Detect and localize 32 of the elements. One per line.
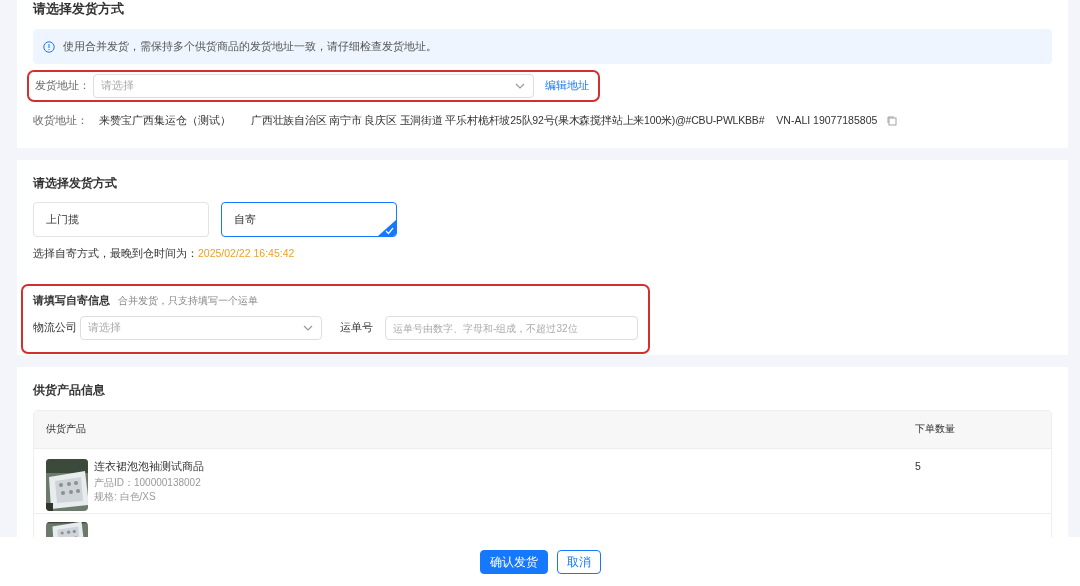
receiver-name: 来赞宝广西集运仓（测试）: [99, 113, 231, 128]
receiver-contact: VN-ALI 19077185805: [776, 113, 878, 128]
ship-from-select[interactable]: 请选择: [93, 74, 534, 98]
check-corner-icon: [378, 220, 396, 236]
tracking-number-field[interactable]: 运单号由数字、字母和-组成，不超过32位: [385, 316, 638, 341]
info-icon: [43, 40, 55, 53]
confirm-button[interactable]: 确认发货: [479, 549, 548, 574]
notice-text: 使用合并发货，需保持多个供货商品的发货地址一致，请仔细检查发货地址。: [63, 38, 437, 54]
column-header: 供货产品: [46, 422, 87, 437]
field-label: 运单号: [340, 320, 374, 336]
section-title: 请选择发货方式: [33, 1, 125, 17]
column-header: 下单数量: [915, 422, 956, 437]
product-name: 连衣裙泡泡袖测试商品: [94, 459, 204, 474]
field-label: 发货地址：: [35, 78, 90, 94]
shipping-option[interactable]: 上门揽: [33, 202, 209, 237]
copy-icon[interactable]: [887, 115, 898, 126]
receiver-address: 广西壮族自治区 南宁市 良庆区 玉洞街道 平乐村桅杆坡25队92号(果木森搅拌站上来100米)@#CBU-PWLKBB#: [251, 113, 765, 128]
self-ship-hint: 合并发货，只支持填写一个运单: [118, 293, 258, 308]
self-ship-title: 请填写自寄信息: [33, 292, 110, 308]
carrier-select[interactable]: 请选择: [80, 316, 323, 341]
field-label: 收货地址：: [33, 113, 88, 128]
section-title: 请选择发货方式: [33, 176, 118, 190]
field-label: 物流公司: [33, 320, 77, 336]
product-id: 产品ID：100000138002: [94, 475, 202, 489]
shipping-option[interactable]: 自寄: [221, 202, 397, 237]
cancel-button[interactable]: 取消: [556, 549, 601, 574]
quantity: 5: [915, 459, 922, 474]
section-title: 供货产品信息: [33, 383, 106, 397]
deadline-label: 选择自寄方式，最晚到仓时间为：: [33, 246, 198, 261]
product-spec: 规格: 白色/XS: [94, 489, 157, 503]
deadline-time: 2025/02/22 16:45:42: [198, 246, 295, 261]
edit-address-link[interactable]: 编辑地址: [545, 78, 589, 94]
